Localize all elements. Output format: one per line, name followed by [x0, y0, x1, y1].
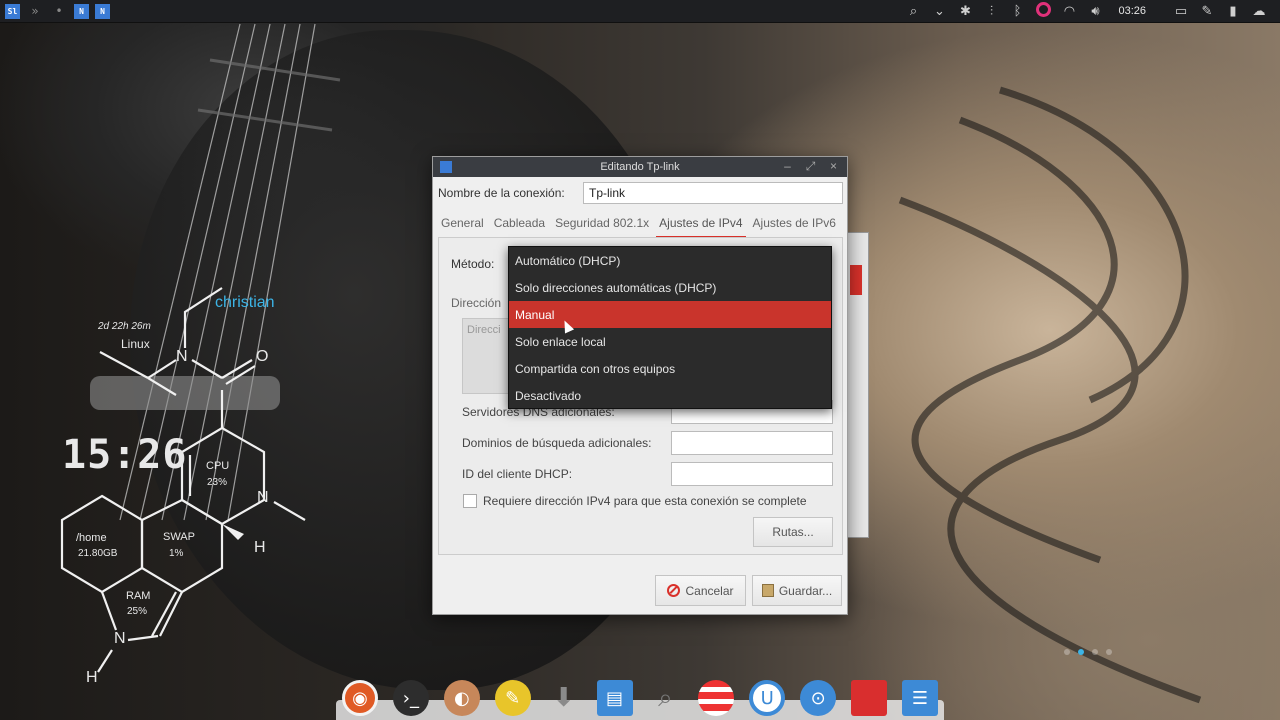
search-domains-label: Dominios de búsqueda adicionales: — [462, 436, 652, 450]
search-icon-dock[interactable]: ⌕ — [647, 680, 683, 716]
workspace-dot[interactable] — [1106, 649, 1112, 655]
routes-button[interactable]: Rutas... — [753, 517, 833, 547]
workspace-dot[interactable] — [1092, 649, 1098, 655]
conky-uptime: 2d 22h 26m — [98, 321, 151, 332]
conky-atom-h1: H — [254, 539, 266, 556]
conky-username: christian — [215, 294, 275, 311]
method-option-link-local[interactable]: Solo enlace local — [509, 328, 831, 355]
workspace-dot-active[interactable] — [1078, 649, 1084, 655]
cancel-icon — [667, 584, 681, 597]
tab-ipv4-settings[interactable]: Ajustes de IPv4 — [656, 213, 746, 238]
minimize-icon[interactable]: – — [780, 159, 795, 174]
save-button-label: Guardar... — [778, 583, 833, 598]
method-dropdown-list: Automático (DHCP) Solo direcciones autom… — [508, 246, 832, 409]
search-domains-row: Dominios de búsqueda adicionales: — [462, 431, 833, 455]
cancel-button[interactable]: Cancelar — [655, 575, 746, 606]
require-ipv4-label: Requiere dirección IPv4 para que esta co… — [483, 494, 807, 508]
conky-atom-h2: H — [86, 669, 98, 686]
dialog-title: Editando Tp-link — [600, 161, 680, 173]
file-manager-icon[interactable]: ▤ — [596, 680, 633, 716]
method-option-manual[interactable]: Manual — [509, 301, 831, 328]
screen-recorder-icon[interactable] — [851, 680, 888, 716]
cancel-button-label: Cancelar — [685, 583, 734, 598]
addresses-table[interactable]: Direcci — [462, 318, 512, 394]
tab-802-1x-security[interactable]: Seguridad 802.1x — [552, 213, 652, 238]
text-editor-icon[interactable]: ✎ — [494, 680, 531, 716]
search-domains-input[interactable] — [671, 431, 833, 455]
conky-atom-o1: O — [256, 348, 269, 365]
settings-toggle-icon[interactable]: ⊙ — [800, 680, 837, 716]
tab-general[interactable]: General — [438, 213, 487, 238]
background-dialog[interactable] — [846, 232, 869, 538]
image-viewer-icon[interactable]: ◐ — [443, 680, 480, 716]
dhcp-client-id-row: ID del cliente DHCP: — [462, 462, 833, 486]
settings-tabs: General Cableada Seguridad 802.1x Ajuste… — [438, 213, 843, 238]
method-option-dhcp-addresses-only[interactable]: Solo direcciones automáticas (DHCP) — [509, 274, 831, 301]
firefox-icon[interactable]: ◉ — [342, 680, 378, 716]
connection-name-row: Nombre de la conexión: Tp-link — [438, 182, 843, 204]
method-option-shared[interactable]: Compartida con otros equipos — [509, 355, 831, 382]
workspace-dot[interactable] — [1064, 649, 1070, 655]
dhcp-client-id-label: ID del cliente DHCP: — [462, 467, 573, 481]
connection-name-label: Nombre de la conexión: — [438, 186, 565, 200]
updates-icon[interactable]: U — [749, 680, 786, 716]
dhcp-client-id-input[interactable] — [671, 462, 833, 486]
method-option-dhcp[interactable]: Automático (DHCP) — [509, 247, 831, 274]
conky-cpu-label: CPU — [206, 460, 230, 472]
conky-atom-n2: N — [257, 489, 269, 506]
download-icon[interactable]: ⬇ — [546, 680, 582, 716]
workspace-pager[interactable] — [1064, 649, 1112, 655]
require-ipv4-row: Requiere dirección IPv4 para que esta co… — [463, 494, 807, 508]
conky-swap-value: 1% — [169, 548, 184, 559]
conky-ram-value: 25% — [127, 606, 148, 617]
dock: ◉ ›_ ◐ ✎ ⬇ ▤ ⌕ U ⊙ ☰ — [336, 676, 944, 720]
network-manager-icon — [440, 161, 452, 173]
maximize-icon[interactable]: ⤢ — [803, 159, 818, 174]
addresses-column-header: Direcci — [467, 324, 501, 336]
conky-atom-n3: N — [114, 630, 126, 647]
conky-home-value: 21.80GB — [78, 548, 118, 559]
conky-os: Linux — [121, 337, 150, 351]
conky-ram-label: RAM — [126, 590, 151, 602]
rss-reader-icon[interactable]: ☰ — [901, 680, 938, 716]
dialog-titlebar[interactable]: Editando Tp-link – ⤢ × — [433, 157, 847, 177]
method-label: Método: — [451, 257, 495, 271]
tab-ipv6-settings[interactable]: Ajustes de IPv6 — [750, 213, 839, 238]
conky-swap-label: SWAP — [163, 531, 195, 543]
close-icon[interactable]: × — [826, 159, 841, 174]
terminal-icon[interactable]: ›_ — [392, 680, 429, 716]
method-option-disabled[interactable]: Desactivado — [509, 382, 831, 409]
app-store-icon[interactable] — [698, 680, 735, 716]
conky-clock: 15:26 — [62, 432, 188, 478]
conky-atom-n1: N — [176, 348, 188, 365]
conky-home-label: /home — [76, 532, 107, 544]
addresses-label: Dirección — [451, 296, 502, 310]
conky-cpu-value: 23% — [207, 477, 228, 488]
tab-wired[interactable]: Cableada — [491, 213, 548, 238]
require-ipv4-checkbox[interactable] — [463, 494, 477, 508]
save-button[interactable]: Guardar... — [752, 575, 842, 606]
connection-name-input[interactable]: Tp-link — [583, 182, 843, 204]
save-icon — [761, 584, 774, 597]
